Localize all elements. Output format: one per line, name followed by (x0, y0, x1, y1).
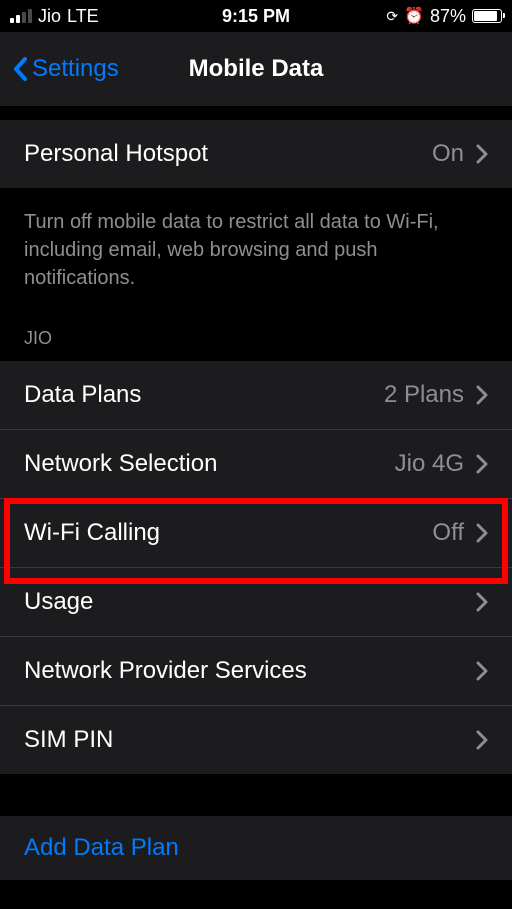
row-label: Network Selection (24, 450, 217, 478)
row-value: 2 Plans (384, 381, 464, 409)
signal-icon (10, 9, 32, 23)
row-value: Jio 4G (395, 450, 464, 478)
section-header: JIO (0, 320, 512, 361)
usage-row[interactable]: Usage (0, 568, 512, 637)
back-button[interactable]: Settings (12, 55, 119, 83)
alarm-icon: ⏰ (404, 6, 424, 26)
data-plans-row[interactable]: Data Plans 2 Plans (0, 361, 512, 430)
row-label: Wi-Fi Calling (24, 519, 160, 547)
chevron-right-icon (476, 592, 488, 612)
hotspot-section: Personal Hotspot On (0, 120, 512, 188)
chevron-right-icon (476, 523, 488, 543)
page-title: Mobile Data (189, 55, 324, 83)
personal-hotspot-row[interactable]: Personal Hotspot On (0, 120, 512, 188)
carrier-label: Jio (38, 6, 61, 27)
carrier-settings-list: Data Plans 2 Plans Network Selection Jio… (0, 361, 512, 774)
network-label: LTE (67, 6, 99, 27)
row-label: SIM PIN (24, 726, 113, 754)
add-data-plan-link[interactable]: Add Data Plan (0, 816, 512, 880)
row-label: Network Provider Services (24, 657, 307, 685)
chevron-left-icon (12, 56, 28, 82)
sim-pin-row[interactable]: SIM PIN (0, 706, 512, 774)
chevron-right-icon (476, 385, 488, 405)
status-right: ⟳ ⏰ 87% (386, 6, 502, 27)
hotspot-label: Personal Hotspot (24, 140, 208, 168)
row-label: Usage (24, 588, 93, 616)
chevron-right-icon (476, 730, 488, 750)
time-label: 9:15 PM (222, 6, 290, 27)
battery-icon (472, 9, 502, 23)
status-bar: Jio LTE 9:15 PM ⟳ ⏰ 87% (0, 0, 512, 32)
nav-bar: Settings Mobile Data (0, 32, 512, 106)
row-label: Data Plans (24, 381, 141, 409)
network-provider-services-row[interactable]: Network Provider Services (0, 637, 512, 706)
network-selection-row[interactable]: Network Selection Jio 4G (0, 430, 512, 499)
row-value: Off (432, 519, 464, 547)
orientation-lock-icon: ⟳ (386, 8, 398, 25)
description-text: Turn off mobile data to restrict all dat… (0, 188, 512, 320)
hotspot-value: On (432, 140, 464, 168)
status-left: Jio LTE (10, 6, 99, 27)
back-label: Settings (32, 55, 119, 83)
chevron-right-icon (476, 144, 488, 164)
battery-percent: 87% (430, 6, 466, 27)
chevron-right-icon (476, 661, 488, 681)
wifi-calling-row[interactable]: Wi-Fi Calling Off (0, 499, 512, 568)
chevron-right-icon (476, 454, 488, 474)
